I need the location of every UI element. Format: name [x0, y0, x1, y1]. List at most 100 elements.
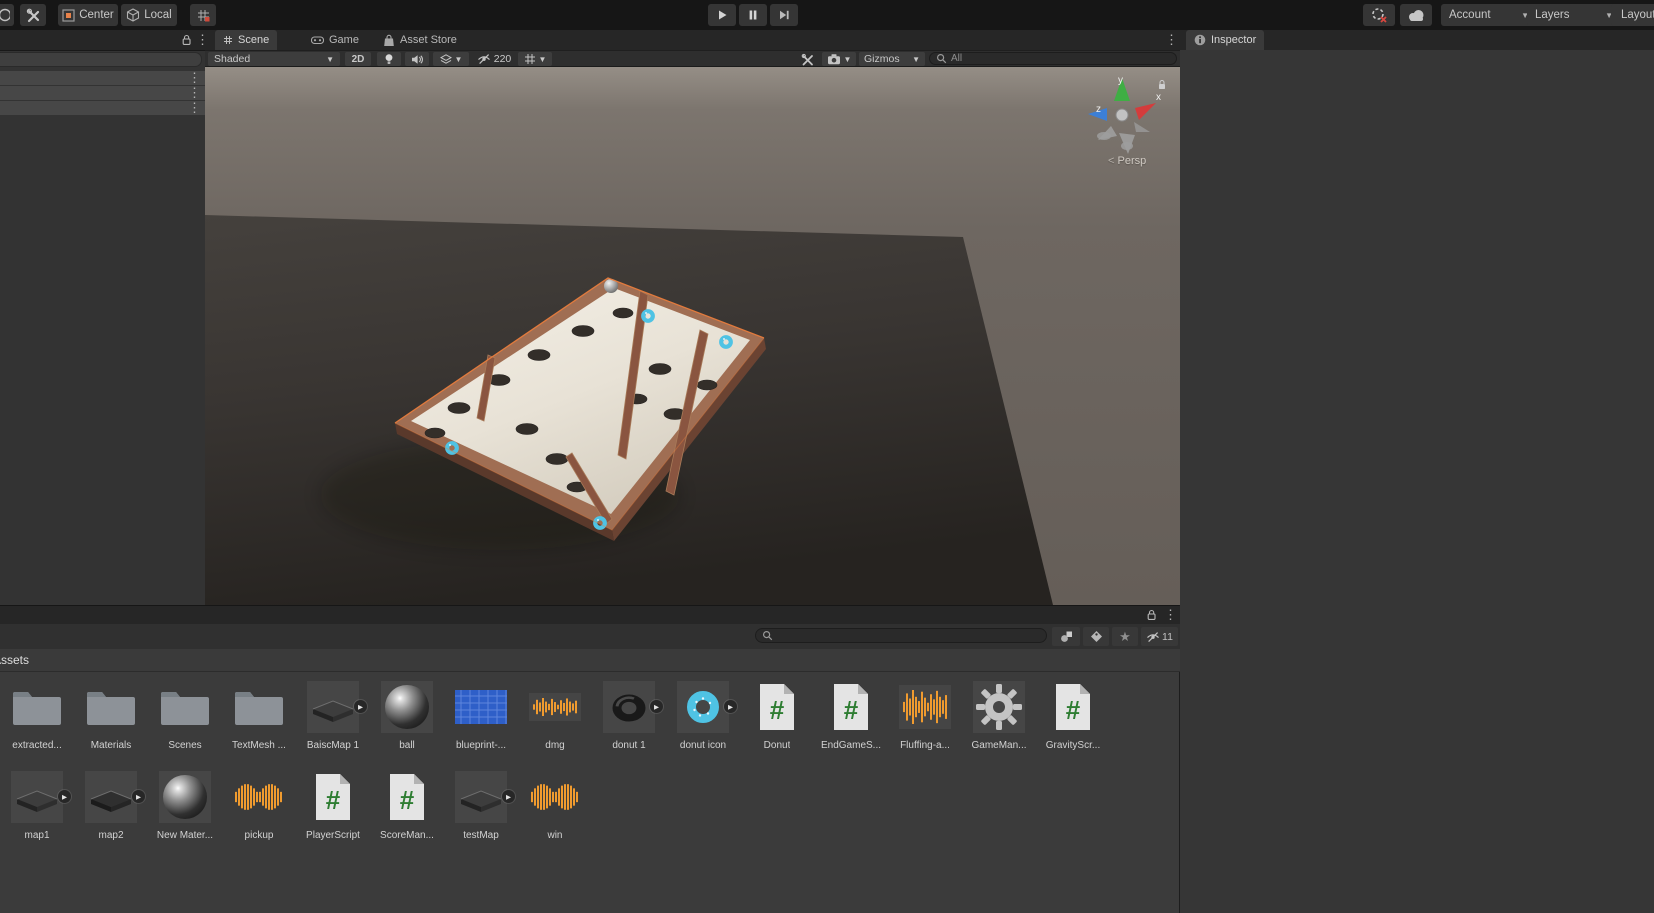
list-item[interactable]: ⋮: [0, 101, 205, 115]
project-toolbar: ★ 11: [0, 624, 1180, 650]
project-hidden-count: 11: [1162, 631, 1173, 643]
scene-lighting-button[interactable]: [377, 52, 401, 66]
collab-button[interactable]: [1363, 4, 1395, 26]
shading-mode-dropdown[interactable]: Shaded▼: [208, 52, 340, 66]
tab-asset-store[interactable]: Asset Store: [375, 30, 465, 50]
step-icon: [777, 8, 791, 22]
orientation-gizmo[interactable]: y x z: [1076, 70, 1171, 160]
scene-grid-dropdown[interactable]: ▼: [518, 52, 552, 66]
asset-label: map1: [24, 830, 49, 841]
asset-item-extracted[interactable]: extracted...: [0, 678, 74, 751]
layers-dropdown[interactable]: Layers▼: [1527, 4, 1621, 26]
asset-item-scoreman[interactable]: #ScoreMan...: [370, 768, 444, 841]
expand-prefab-icon[interactable]: ▶: [502, 790, 515, 803]
asset-item-endgames[interactable]: #EndGameS...: [814, 678, 888, 751]
kebab-menu-icon[interactable]: ⋮: [188, 73, 201, 83]
asset-item-win[interactable]: win: [518, 768, 592, 841]
asset-item-pickup[interactable]: pickup: [222, 768, 296, 841]
tab-scene[interactable]: Scene: [215, 30, 277, 50]
axis-z-label[interactable]: z: [1096, 104, 1101, 115]
search-by-label-button[interactable]: [1083, 627, 1109, 646]
eye-off-icon: [477, 53, 491, 65]
asset-item-ball[interactable]: ball: [370, 678, 444, 751]
asset-item-baiscmap-1[interactable]: ▶ BaiscMap 1: [296, 678, 370, 751]
csharp-script-icon: #: [370, 768, 444, 826]
scene-tools-button[interactable]: [795, 52, 819, 66]
project-visibility-toggle[interactable]: 11: [1141, 627, 1178, 646]
unity-editor-window: { "colors": { "accent_orange": "#e8824a"…: [0, 0, 1654, 913]
pivot-center-button[interactable]: Center: [58, 4, 118, 26]
scene-audio-button[interactable]: [405, 52, 429, 66]
asset-item-donut[interactable]: #Donut: [740, 678, 814, 751]
layout-dropdown[interactable]: Layout▼: [1611, 4, 1654, 26]
asset-item-donut-icon[interactable]: ▶donut icon: [666, 678, 740, 751]
tab-inspector-label: Inspector: [1211, 34, 1256, 46]
kebab-menu-icon[interactable]: ⋮: [188, 88, 201, 98]
scene-tab-bar: Scene Game Asset Store ⋮: [205, 30, 1180, 50]
search-by-type-button[interactable]: [1052, 627, 1080, 646]
asset-item-map2[interactable]: ▶map2: [74, 768, 148, 841]
play-icon: [715, 8, 729, 22]
chevron-down-icon: ▼: [326, 55, 334, 64]
asset-item-blueprint[interactable]: blueprint-...: [444, 678, 518, 751]
gizmos-dropdown[interactable]: Gizmos▼: [859, 52, 925, 66]
account-dropdown[interactable]: Account▼: [1441, 4, 1537, 26]
left-panel-field[interactable]: [0, 52, 202, 67]
kebab-menu-icon[interactable]: ⋮: [1165, 35, 1178, 45]
transform-tool-button[interactable]: [0, 4, 14, 26]
scene-visibility-toggle[interactable]: 220: [472, 52, 516, 66]
asset-item-gameman[interactable]: GameMan...: [962, 678, 1036, 751]
asset-item-donut-1[interactable]: ▶donut 1: [592, 678, 666, 751]
asset-item-scenes[interactable]: Scenes: [148, 678, 222, 751]
gizmo-lock-icon[interactable]: [1159, 81, 1165, 90]
projection-mode-label[interactable]: < Persp: [1108, 155, 1146, 167]
lock-icon[interactable]: [181, 34, 192, 49]
expand-prefab-icon[interactable]: ▶: [132, 790, 145, 803]
list-item[interactable]: ⋮: [0, 86, 205, 100]
asset-item-testmap[interactable]: ▶testMap: [444, 768, 518, 841]
expand-prefab-icon[interactable]: ▶: [354, 700, 367, 713]
asset-item-new-mater[interactable]: New Mater...: [148, 768, 222, 841]
hidden-object-count: 220: [494, 53, 512, 65]
favorites-button[interactable]: ★: [1112, 627, 1138, 646]
list-item[interactable]: ⋮: [0, 71, 205, 85]
tab-inspector[interactable]: Inspector: [1186, 30, 1264, 50]
kebab-menu-icon[interactable]: ⋮: [1164, 610, 1177, 620]
tab-game[interactable]: Game: [303, 30, 367, 50]
asset-label: BaiscMap 1: [307, 740, 359, 751]
expand-prefab-icon[interactable]: ▶: [58, 790, 71, 803]
pivot-local-button[interactable]: Local: [121, 4, 177, 26]
asset-label: TextMesh ...: [232, 740, 286, 751]
asset-item-dmg[interactable]: dmg: [518, 678, 592, 751]
asset-item-textmesh[interactable]: TextMesh ...: [222, 678, 296, 751]
axis-x-label[interactable]: x: [1156, 92, 1161, 103]
project-search-input[interactable]: [755, 628, 1047, 643]
cloud-button[interactable]: [1400, 4, 1432, 26]
available-tools-button[interactable]: [20, 4, 46, 26]
2d-toggle-button[interactable]: 2D: [345, 52, 371, 66]
asset-label: GravityScr...: [1046, 740, 1100, 751]
scene-camera-dropdown[interactable]: ▼: [822, 52, 856, 66]
scene-viewport[interactable]: y x z < Persp: [205, 67, 1180, 605]
asset-item-fluffing-a[interactable]: Fluffing-a...: [888, 678, 962, 751]
lock-icon[interactable]: [1146, 609, 1157, 624]
asset-item-playerscript[interactable]: #PlayerScript: [296, 768, 370, 841]
expand-prefab-icon[interactable]: ▶: [724, 700, 737, 713]
asset-item-gravityscr[interactable]: #GravityScr...: [1036, 678, 1110, 751]
collab-icon: [1371, 7, 1388, 23]
axis-y-label[interactable]: y: [1118, 75, 1123, 86]
grid-snap-button[interactable]: [190, 4, 216, 26]
play-button[interactable]: [708, 4, 736, 26]
folder-icon: [148, 678, 222, 736]
pause-button[interactable]: [739, 4, 767, 26]
breadcrumb[interactable]: Assets: [0, 653, 29, 667]
kebab-menu-icon[interactable]: ⋮: [188, 103, 201, 113]
asset-item-map1[interactable]: ▶ map1: [0, 768, 74, 841]
scene-search-input[interactable]: All: [929, 52, 1177, 65]
csharp-script-icon: #: [740, 678, 814, 736]
asset-label: Scenes: [168, 740, 201, 751]
asset-item-materials[interactable]: Materials: [74, 678, 148, 751]
step-button[interactable]: [770, 4, 798, 26]
expand-prefab-icon[interactable]: ▶: [650, 700, 663, 713]
scene-effects-dropdown[interactable]: ▼: [433, 52, 469, 66]
